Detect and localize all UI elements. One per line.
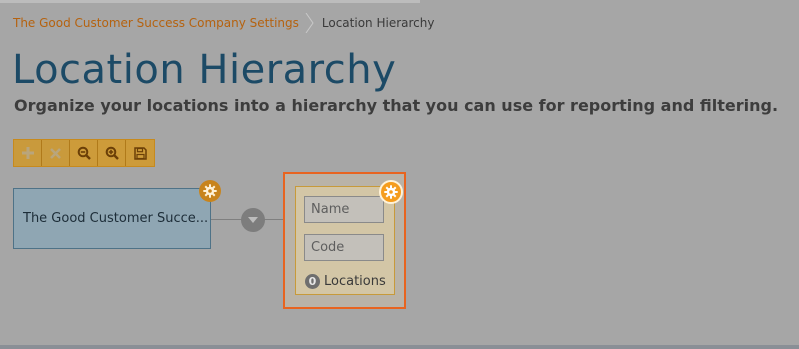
collapse-children-button[interactable] [241, 208, 265, 232]
location-code-input[interactable] [304, 234, 384, 261]
root-location-label: The Good Customer Succe... [23, 211, 209, 226]
breadcrumb-separator-icon [305, 13, 314, 33]
zoom-in-button[interactable] [98, 140, 126, 166]
add-location-button[interactable] [14, 140, 42, 166]
plus-icon [21, 147, 34, 159]
breadcrumb-settings-link[interactable]: The Good Customer Success Company Settin… [13, 16, 299, 30]
locations-label: Locations [324, 273, 386, 289]
zoom-out-button[interactable] [70, 140, 98, 166]
new-node-settings-button[interactable] [379, 180, 403, 204]
locations-counter: 0 Locations [305, 272, 386, 290]
gear-icon [203, 184, 217, 198]
save-icon [133, 146, 147, 160]
breadcrumb-current: Location Hierarchy [321, 16, 435, 30]
breadcrumb: The Good Customer Success Company Settin… [13, 13, 435, 33]
chevron-down-icon [248, 217, 258, 223]
page-title: Location Hierarchy [12, 47, 397, 93]
bottom-divider [0, 345, 799, 349]
save-button[interactable] [126, 140, 154, 166]
page-subtitle: Organize your locations into a hierarchy… [14, 96, 779, 115]
delete-location-button[interactable] [42, 140, 70, 166]
location-name-input[interactable] [304, 196, 384, 223]
close-icon [50, 147, 61, 159]
root-location-node[interactable]: The Good Customer Succe... [13, 188, 211, 249]
zoom-out-icon [77, 146, 91, 160]
top-divider [0, 0, 420, 3]
zoom-in-icon [105, 146, 119, 160]
gear-icon [384, 185, 398, 199]
locations-count-badge: 0 [305, 273, 320, 289]
hierarchy-toolbar [13, 139, 155, 167]
root-node-settings-button[interactable] [199, 180, 221, 202]
